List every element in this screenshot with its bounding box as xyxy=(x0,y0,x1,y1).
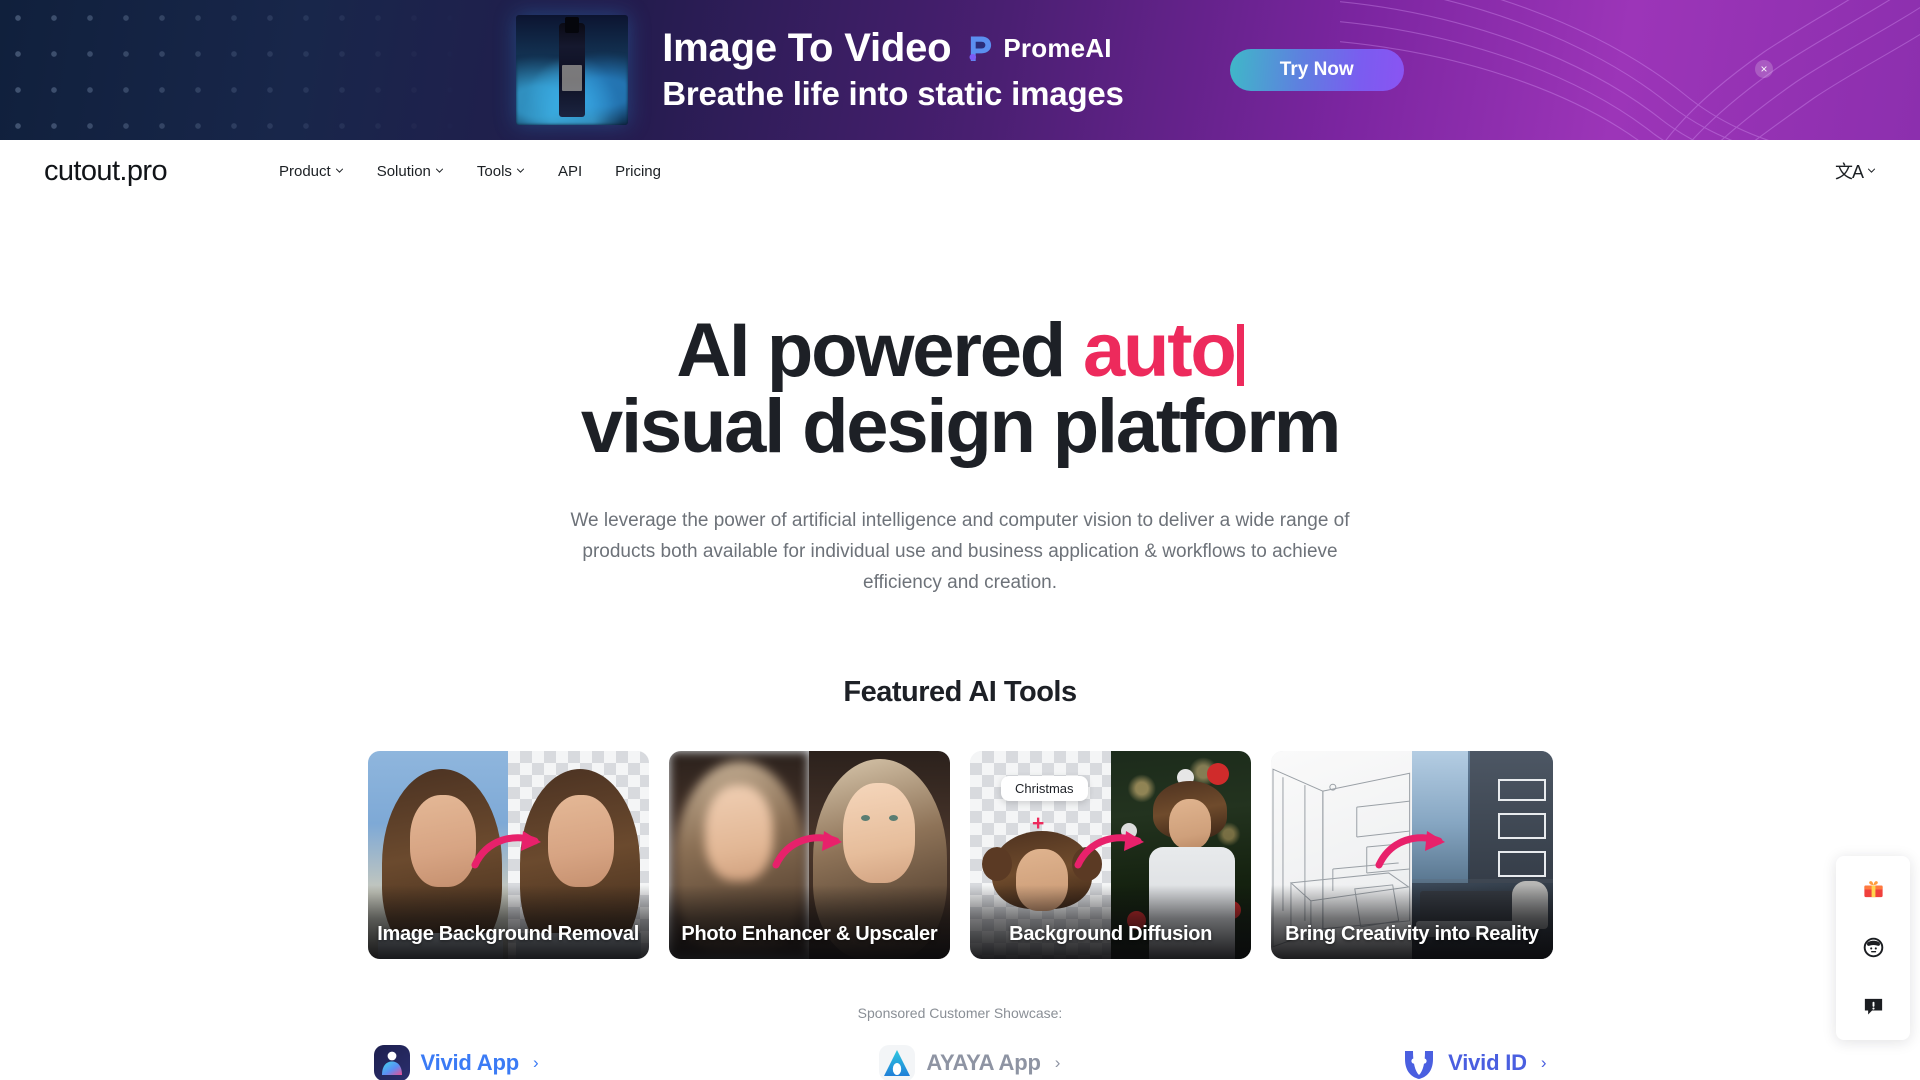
partner-name: Vivid App xyxy=(420,1050,520,1076)
tool-card-photo-enhancer-upscaler[interactable]: Photo Enhancer & Upscaler xyxy=(668,751,950,960)
featured-tools-section: Featured AI Tools Image Background Remov… xyxy=(0,676,1920,960)
nav-item-api[interactable]: API xyxy=(558,163,582,180)
hero-description: We leverage the power of artificial inte… xyxy=(570,510,1350,593)
banner-product-thumbnail xyxy=(516,15,629,125)
nav-item-pricing-label: Pricing xyxy=(615,163,661,180)
try-now-button[interactable]: Try Now xyxy=(1229,49,1404,91)
hero-title-part1: AI powered xyxy=(676,308,1083,393)
language-switcher[interactable]: 文A xyxy=(1835,163,1876,181)
partner-ayaya-app[interactable]: AYAYA App › xyxy=(879,1045,1060,1080)
nav-item-solution[interactable]: Solution xyxy=(377,163,444,180)
floating-action-bar xyxy=(1836,856,1910,1040)
banner-close-icon[interactable]: × xyxy=(1755,60,1773,78)
vivid-app-icon xyxy=(373,1045,410,1080)
partner-name: Vivid ID xyxy=(1448,1050,1527,1076)
chevron-down-icon xyxy=(516,168,524,173)
chevron-down-icon xyxy=(1867,168,1876,173)
avatar-icon[interactable] xyxy=(1856,930,1890,964)
chevron-right-icon: › xyxy=(532,1053,539,1073)
tool-card-label: Image Background Removal xyxy=(367,885,649,960)
nav-item-pricing[interactable]: Pricing xyxy=(615,163,661,180)
plus-icon: + xyxy=(1032,812,1045,836)
gift-icon[interactable] xyxy=(1856,871,1890,905)
partner-vivid-app[interactable]: Vivid App › xyxy=(373,1045,539,1080)
translate-icon: 文A xyxy=(1834,161,1864,182)
tool-card-background-diffusion[interactable]: Christmas + Background Diffusion xyxy=(970,751,1252,960)
chevron-right-icon: › xyxy=(1540,1053,1547,1073)
hero-section: AI powered auto visual design platform W… xyxy=(0,203,1920,598)
vivid-id-icon xyxy=(1401,1045,1438,1080)
featured-tools-grid: Image Background Removal Photo Enhancer … xyxy=(367,751,1553,960)
page-title: AI powered auto visual design platform xyxy=(0,313,1920,465)
hero-title-line2: visual design platform xyxy=(580,384,1341,469)
prompt-chip-christmas[interactable]: Christmas xyxy=(1001,776,1088,802)
partner-list: Vivid App › AYAYA App › Vivid ID › xyxy=(368,1045,1553,1080)
promeai-logo: PromeAI xyxy=(967,32,1112,64)
nav-item-api-label: API xyxy=(557,163,583,180)
featured-tools-title: Featured AI Tools xyxy=(843,676,1077,709)
main-navigation: cutout.pro Product Solution Tools API Pr… xyxy=(0,140,1920,203)
nav-item-product-label: Product xyxy=(278,163,331,180)
chevron-down-icon xyxy=(335,168,343,173)
promeai-name: PromeAI xyxy=(1003,32,1112,63)
feedback-icon[interactable] xyxy=(1856,989,1890,1023)
ayaya-app-icon xyxy=(879,1045,916,1080)
sponsored-showcase-section: Sponsored Customer Showcase: Vivid App › xyxy=(0,1005,1920,1080)
tool-card-bring-creativity-into-reality[interactable]: Bring Creativity into Reality xyxy=(1271,751,1553,960)
typing-caret xyxy=(1236,324,1244,386)
partner-name: AYAYA App xyxy=(926,1050,1041,1076)
nav-item-solution-label: Solution xyxy=(376,163,431,180)
tool-card-image-background-removal[interactable]: Image Background Removal xyxy=(367,751,649,960)
tool-card-label: Photo Enhancer & Upscaler xyxy=(668,885,950,960)
hero-title-accent: auto xyxy=(1082,308,1237,393)
nav-item-product[interactable]: Product xyxy=(279,163,344,180)
nav-links: Product Solution Tools API Pricing xyxy=(279,163,661,180)
tool-card-label: Background Diffusion xyxy=(970,885,1252,960)
promeai-mark-icon xyxy=(969,35,992,61)
partner-vivid-id[interactable]: Vivid ID › xyxy=(1401,1045,1547,1080)
nav-item-tools[interactable]: Tools xyxy=(477,163,525,180)
site-logo[interactable]: cutout.pro xyxy=(44,157,168,186)
promotional-banner[interactable]: Image To Video PromeAI Breathe life into… xyxy=(0,0,1920,140)
nav-item-tools-label: Tools xyxy=(476,163,512,180)
banner-subline: Breathe life into static images xyxy=(662,75,1124,113)
banner-headline: Image To Video xyxy=(662,26,952,71)
tool-card-label: Bring Creativity into Reality xyxy=(1271,885,1553,960)
chevron-down-icon xyxy=(435,168,443,173)
showcase-caption: Sponsored Customer Showcase: xyxy=(857,1005,1063,1022)
chevron-right-icon: › xyxy=(1054,1053,1061,1073)
